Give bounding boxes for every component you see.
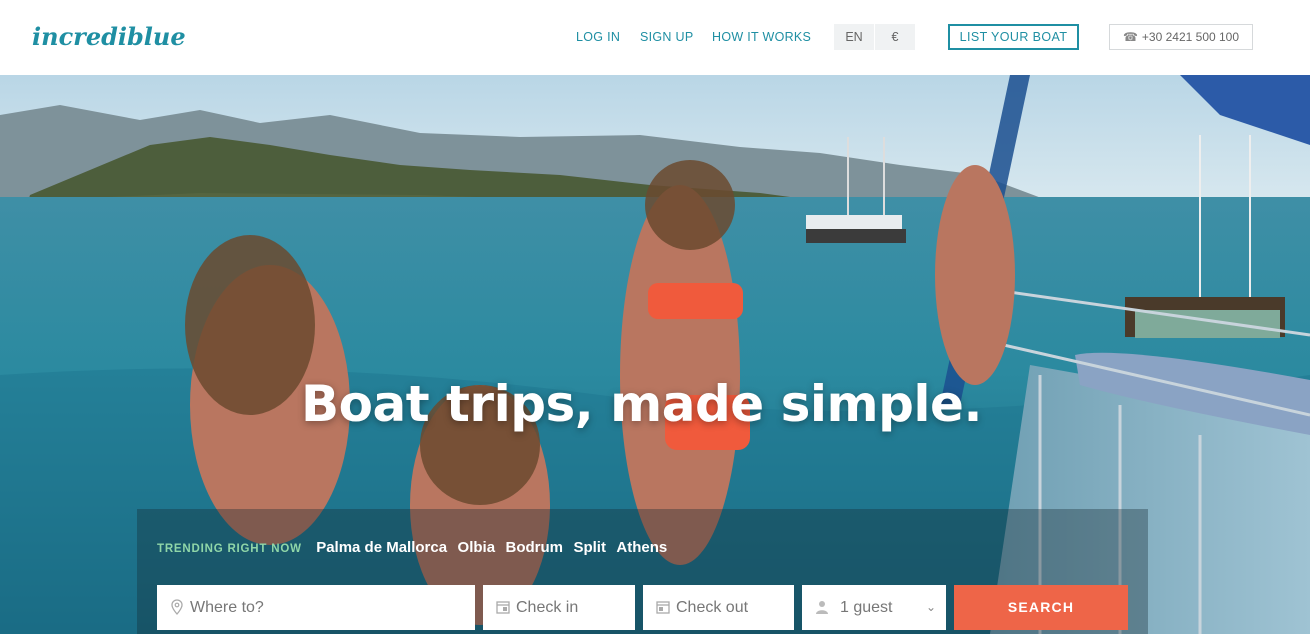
user-icon [816, 601, 828, 614]
how-it-works-link[interactable]: HOW IT WORKS [712, 30, 811, 44]
trending-destinations: TRENDING RIGHT NOW Palma de Mallorca Olb… [157, 539, 673, 557]
incrediblue-logo[interactable]: incrediblue [32, 18, 192, 58]
trending-link[interactable]: Split [573, 539, 606, 556]
chevron-down-icon: ⌄ [925, 600, 936, 614]
trending-link[interactable]: Palma de Mallorca [316, 539, 447, 556]
currency-selector[interactable]: € [875, 24, 915, 50]
trending-link[interactable]: Athens [616, 539, 667, 556]
list-your-boat-button[interactable]: LIST YOUR BOAT [948, 24, 1079, 50]
search-panel: TRENDING RIGHT NOW Palma de Mallorca Olb… [137, 509, 1148, 634]
trending-link[interactable]: Olbia [458, 539, 496, 556]
calendar-icon [496, 601, 510, 614]
site-header: incrediblue LOG IN SIGN UP HOW IT WORKS … [0, 0, 1310, 75]
destination-input[interactable] [190, 585, 460, 630]
phone-button[interactable]: ☎ +30 2421 500 100 [1109, 24, 1253, 50]
check-in-field[interactable]: Check in [483, 585, 635, 630]
language-selector[interactable]: EN [834, 24, 874, 50]
calendar-icon [656, 601, 670, 614]
check-in-label: Check in [516, 599, 579, 616]
hero-section: Boat trips, made simple. TRENDING RIGHT … [0, 75, 1310, 634]
destination-field[interactable] [157, 585, 475, 630]
hero-headline: Boat trips, made simple. [301, 375, 982, 433]
phone-number: +30 2421 500 100 [1141, 30, 1240, 44]
language-currency-switcher: EN € [834, 24, 915, 50]
login-link[interactable]: LOG IN [576, 30, 620, 44]
search-button[interactable]: SEARCH [954, 585, 1128, 630]
check-out-field[interactable]: Check out [643, 585, 794, 630]
trending-link[interactable]: Bodrum [506, 539, 564, 556]
guests-value: 1 guest [840, 599, 893, 616]
logo-text: incrediblue [32, 22, 186, 51]
signup-link[interactable]: SIGN UP [640, 30, 694, 44]
guests-select[interactable]: 1 guest ⌄ [802, 585, 946, 630]
trending-label: TRENDING RIGHT NOW [157, 543, 302, 555]
phone-icon: ☎ [1122, 30, 1138, 44]
location-pin-icon [171, 599, 183, 615]
check-out-label: Check out [676, 599, 749, 616]
